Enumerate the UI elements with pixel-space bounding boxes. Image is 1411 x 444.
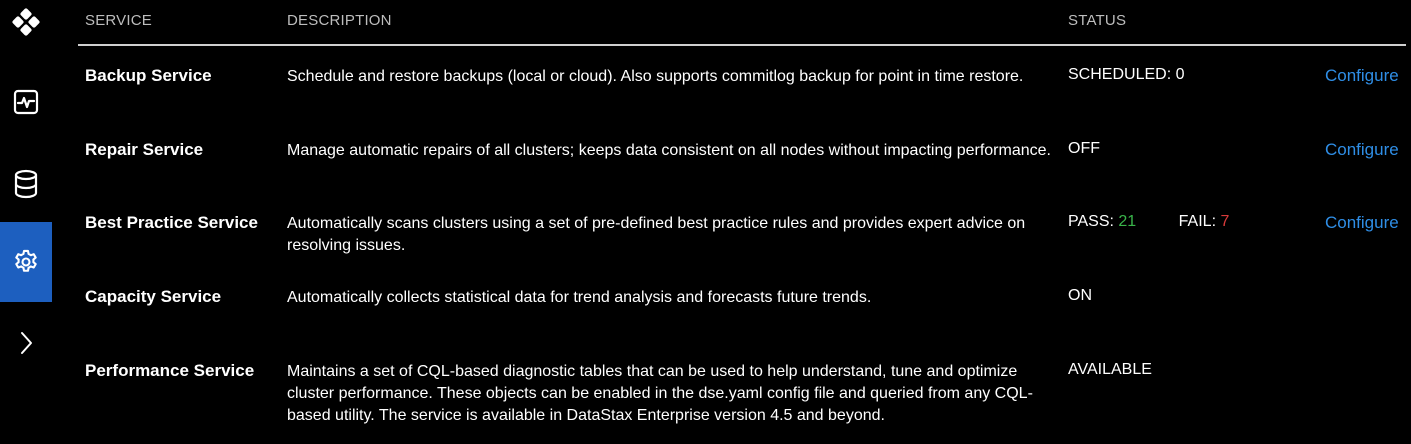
service-name: Best Practice Service (85, 213, 258, 232)
fail-count: 7 (1220, 213, 1230, 230)
logo-icon[interactable] (0, 2, 52, 42)
service-name: Performance Service (85, 361, 255, 380)
service-status: OFF (1068, 140, 1100, 157)
fail-label: FAIL: (1178, 213, 1217, 230)
service-description: Automatically collects statistical data … (287, 289, 872, 306)
service-description: Automatically scans clusters using a set… (287, 215, 1026, 254)
activity-icon[interactable] (0, 80, 52, 124)
service-status: ON (1068, 287, 1092, 304)
service-name: Backup Service (85, 66, 212, 85)
app-window: SERVICE DESCRIPTION STATUS Backup Servic… (0, 0, 1411, 444)
service-name: Repair Service (85, 140, 204, 159)
configure-best-practice-link[interactable]: Configure (1325, 213, 1399, 233)
header-description: DESCRIPTION (287, 12, 392, 29)
service-status: PASS: 21 FAIL: 7 (1068, 213, 1229, 231)
pass-count: 21 (1118, 213, 1137, 230)
header-service: SERVICE (85, 12, 152, 29)
configure-repair-link[interactable]: Configure (1325, 140, 1399, 160)
database-icon[interactable] (0, 162, 52, 206)
configure-backup-link[interactable]: Configure (1325, 66, 1399, 86)
service-description: Schedule and restore backups (local or c… (287, 68, 1024, 85)
gear-icon[interactable] (0, 222, 52, 302)
service-description: Maintains a set of CQL-based diagnostic … (287, 363, 1033, 424)
sidebar (0, 0, 52, 444)
service-description: Manage automatic repairs of all clusters… (287, 142, 1051, 159)
header-status: STATUS (1068, 12, 1127, 29)
chevron-right-icon[interactable] (0, 320, 52, 366)
table-header: SERVICE DESCRIPTION STATUS (78, 0, 1406, 46)
service-status: SCHEDULED: 0 (1068, 66, 1185, 83)
service-name: Capacity Service (85, 287, 222, 306)
services-table: SERVICE DESCRIPTION STATUS Backup Servic… (78, 0, 1406, 444)
pass-label: PASS: (1068, 213, 1114, 230)
service-status: AVAILABLE (1068, 361, 1152, 378)
